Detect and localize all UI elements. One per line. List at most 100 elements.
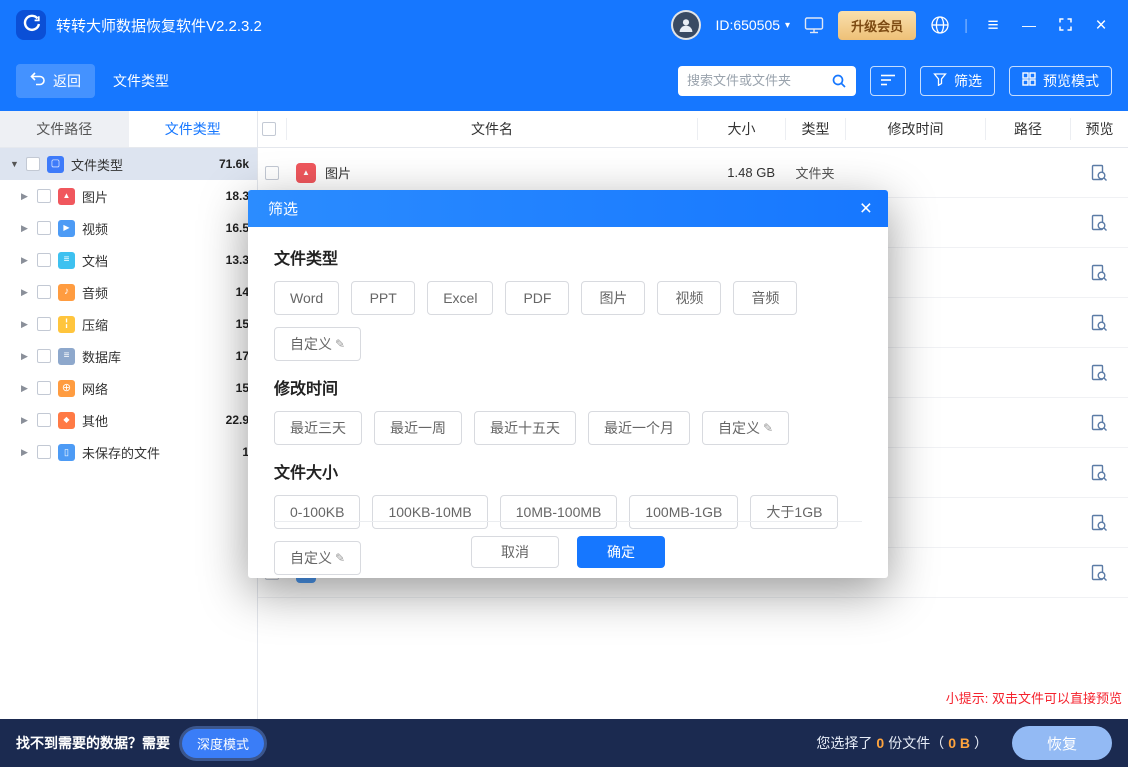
checkbox[interactable] (37, 317, 51, 331)
sidebar-item-network[interactable]: ▶ 网络 15 (0, 372, 257, 404)
file-size: 1.48 GB (697, 165, 785, 180)
deep-mode-button[interactable]: 深度模式 (182, 729, 264, 758)
checkbox[interactable] (37, 285, 51, 299)
expand-arrow-icon[interactable]: ▶ (21, 223, 34, 234)
section-title-file-size: 文件大小 (274, 459, 862, 483)
option-audio[interactable]: 音频 (733, 281, 797, 315)
preview-icon[interactable] (1090, 314, 1108, 332)
tab-file-type[interactable]: 文件类型 (129, 111, 258, 147)
video-icon (58, 220, 75, 237)
checkbox[interactable] (37, 189, 51, 203)
sidebar-item-others[interactable]: ▶ 其他 22.9 (0, 404, 257, 436)
option-last-month[interactable]: 最近一个月 (588, 411, 690, 445)
option-word[interactable]: Word (274, 281, 339, 315)
preview-icon[interactable] (1090, 164, 1108, 182)
user-id-menu[interactable]: ID:650505 ▾ (715, 17, 790, 33)
close-icon[interactable]: × (860, 198, 872, 219)
tab-file-path[interactable]: 文件路径 (0, 111, 129, 147)
recover-button[interactable]: 恢复 (1012, 726, 1112, 760)
option-last-15-days[interactable]: 最近十五天 (474, 411, 576, 445)
titlebar: 转转大师数据恢复软件V2.2.3.2 ID:650505 ▾ 升级会员 (0, 0, 1128, 50)
back-label: 返回 (53, 71, 81, 91)
option-excel[interactable]: Excel (427, 281, 493, 315)
file-type-options: Word PPT Excel PDF 图片 视频 音频 自定义 (274, 281, 862, 361)
back-button[interactable]: 返回 (16, 64, 95, 98)
filter-label: 筛选 (954, 71, 982, 91)
option-pdf[interactable]: PDF (505, 281, 569, 315)
checkbox[interactable] (37, 253, 51, 267)
file-type: 文件夹 (785, 163, 845, 182)
sidebar-item-databases[interactable]: ▶ 数据库 17 (0, 340, 257, 372)
upgrade-member-button[interactable]: 升级会员 (838, 11, 916, 40)
expand-arrow-icon[interactable]: ▶ (21, 415, 34, 426)
device-monitor-icon[interactable] (804, 16, 824, 34)
option-custom-time[interactable]: 自定义 (702, 411, 789, 445)
edit-icon (335, 337, 345, 351)
document-icon (58, 252, 75, 269)
section-title-modified-time: 修改时间 (274, 375, 862, 399)
confirm-button[interactable]: 确定 (577, 536, 665, 568)
preview-icon[interactable] (1090, 214, 1108, 232)
close-button[interactable]: × (1090, 16, 1112, 35)
file-name: 图片 (325, 163, 351, 182)
app-logo (16, 10, 46, 40)
option-custom-file-type[interactable]: 自定义 (274, 327, 361, 361)
expand-arrow-icon[interactable]: ▶ (21, 351, 34, 362)
search-input[interactable] (687, 73, 831, 88)
sidebar-item-file-types[interactable]: ▼ 文件类型 71.6k (0, 148, 257, 180)
checkbox[interactable] (37, 221, 51, 235)
dialog-header: 筛选 × (248, 190, 888, 227)
checkbox[interactable] (37, 349, 51, 363)
preview-icon[interactable] (1090, 564, 1108, 582)
preview-icon[interactable] (1090, 264, 1108, 282)
sidebar-item-videos[interactable]: ▶ 视频 16.5 (0, 212, 257, 244)
modified-time-options: 最近三天 最近一周 最近十五天 最近一个月 自定义 (274, 411, 862, 445)
expand-arrow-icon[interactable]: ▶ (21, 447, 34, 458)
minimize-button[interactable]: — (1018, 18, 1040, 32)
option-image[interactable]: 图片 (581, 281, 645, 315)
sidebar-item-archives[interactable]: ▶ 压缩 15 (0, 308, 257, 340)
search-icon[interactable] (831, 73, 847, 89)
preview-icon[interactable] (1090, 514, 1108, 532)
option-video[interactable]: 视频 (657, 281, 721, 315)
option-last-3-days[interactable]: 最近三天 (274, 411, 362, 445)
expand-arrow-icon[interactable]: ▶ (21, 255, 34, 266)
checkbox[interactable] (37, 413, 51, 427)
selected-count: 0 (872, 735, 888, 751)
preview-icon[interactable] (1090, 464, 1108, 482)
preview-icon[interactable] (1090, 364, 1108, 382)
sort-icon (880, 73, 896, 89)
avatar[interactable] (671, 10, 701, 40)
user-id: ID:650505 (715, 17, 780, 33)
option-ppt[interactable]: PPT (351, 281, 415, 315)
preview-mode-button[interactable]: 预览模式 (1009, 66, 1112, 96)
sidebar-item-images[interactable]: ▶ 图片 18.3 (0, 180, 257, 212)
other-icon (58, 412, 75, 429)
expand-arrow-icon[interactable]: ▶ (21, 319, 34, 330)
cancel-button[interactable]: 取消 (471, 536, 559, 568)
checkbox[interactable] (26, 157, 40, 171)
separator: | (964, 17, 968, 34)
app-title: 转转大师数据恢复软件V2.2.3.2 (56, 15, 262, 36)
sort-button[interactable] (870, 66, 906, 96)
preview-icon[interactable] (1090, 414, 1108, 432)
option-last-week[interactable]: 最近一周 (374, 411, 462, 445)
preview-tip: 小提示: 双击文件可以直接预览 (946, 688, 1122, 707)
maximize-button[interactable] (1054, 16, 1076, 35)
select-all-checkbox[interactable] (262, 122, 276, 136)
sidebar-item-unsaved-files[interactable]: ▶ 未保存的文件 1 (0, 436, 257, 468)
expand-arrow-icon[interactable]: ▶ (21, 383, 34, 394)
checkbox[interactable] (37, 381, 51, 395)
section-title-file-type: 文件类型 (274, 245, 862, 269)
row-checkbox[interactable] (265, 166, 279, 180)
sidebar-item-audio[interactable]: ▶ 音频 14 (0, 276, 257, 308)
menu-icon[interactable]: ≡ (982, 16, 1004, 35)
expand-arrow-icon[interactable]: ▶ (21, 287, 34, 298)
filter-button[interactable]: 筛选 (920, 66, 995, 96)
support-globe-icon[interactable] (930, 15, 950, 35)
expand-arrow-icon[interactable]: ▶ (21, 191, 34, 202)
sidebar-item-documents[interactable]: ▶ 文档 13.3 (0, 244, 257, 276)
collapse-arrow-icon[interactable]: ▼ (10, 159, 23, 169)
checkbox[interactable] (37, 445, 51, 459)
column-header-preview: 预览 (1070, 118, 1128, 140)
